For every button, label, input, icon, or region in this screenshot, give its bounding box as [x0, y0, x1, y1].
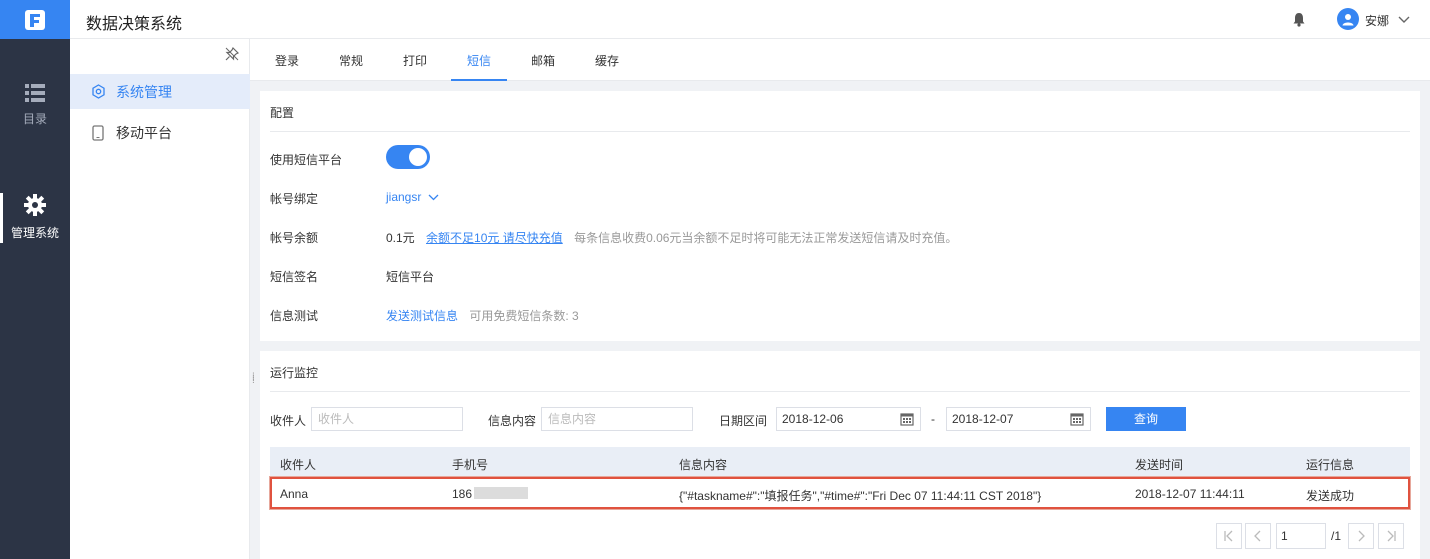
content-filter-label: 信息内容 [488, 414, 537, 428]
table-row[interactable]: Anna 186 {"#taskname#":"填报任务","#time#":"… [270, 477, 1410, 509]
use-platform-toggle[interactable] [386, 145, 430, 169]
table-header: 收件人 手机号 信息内容 发送时间 运行信息 [270, 447, 1410, 477]
first-page-button[interactable] [1216, 523, 1242, 549]
left-rail: 目录 管理系统 [0, 0, 70, 559]
column-header: 收件人 [280, 458, 317, 472]
bell-icon[interactable] [1292, 12, 1306, 30]
settings-tabs: 登录 常规 打印 短信 邮箱 缓存 [250, 39, 1430, 81]
recharge-link[interactable]: 余额不足10元 请尽快充值 [426, 231, 563, 245]
last-page-icon [1387, 530, 1396, 542]
column-header: 运行信息 [1306, 458, 1355, 472]
chevron-left-icon [1254, 530, 1261, 542]
page-input[interactable]: 1 [1276, 523, 1326, 549]
query-button[interactable]: 查询 [1106, 407, 1186, 431]
balance-note: 每条信息收费0.06元当余额不足时将可能无法正常发送短信请及时充值。 [574, 231, 958, 245]
cell-status: 发送成功 [1306, 489, 1355, 503]
logo-icon [25, 9, 45, 30]
recipient-input[interactable] [311, 407, 463, 431]
account-label: 帐号绑定 [270, 192, 319, 206]
mobile-icon [90, 124, 106, 141]
user-name[interactable]: 安娜 [1365, 12, 1389, 29]
date-separator: - [931, 412, 935, 426]
submenu-item-system[interactable]: 系统管理 [70, 74, 250, 109]
date-start-input[interactable]: 2018-12-06 [776, 407, 921, 431]
submenu-item-label: 移动平台 [116, 124, 172, 141]
test-label: 信息测试 [270, 309, 319, 323]
rail-item-catalog[interactable]: 目录 [0, 84, 70, 127]
test-row: 发送测试信息 可用免费短信条数: 3 [386, 307, 579, 324]
column-header: 手机号 [452, 458, 489, 472]
cell-content: {"#taskname#":"填报任务","#time#":"Fri Dec 0… [679, 489, 1042, 503]
phone-prefix: 186 [452, 487, 473, 501]
tab-general[interactable]: 常规 [323, 39, 379, 81]
monitor-title: 运行监控 [270, 366, 319, 380]
next-page-button[interactable] [1348, 523, 1374, 549]
signature-value: 短信平台 [386, 270, 435, 284]
calendar-icon[interactable] [900, 412, 914, 429]
balance-row: 0.1元 余额不足10元 请尽快充值 每条信息收费0.06元当余额不足时将可能无… [386, 229, 957, 246]
masked-phone [474, 487, 529, 499]
gear-icon [24, 194, 46, 216]
tab-sms[interactable]: 短信 [451, 39, 507, 81]
date-end-value: 2018-12-07 [952, 412, 1014, 426]
monitor-panel: 运行监控 收件人 信息内容 日期区间 2018-12-06 - 2018-12-… [260, 351, 1420, 559]
divider [270, 131, 1410, 132]
balance-value: 0.1元 [386, 231, 415, 245]
list-icon [25, 84, 45, 102]
cell-phone: 186 [452, 487, 529, 501]
avatar[interactable] [1337, 8, 1359, 30]
column-header: 发送时间 [1135, 458, 1184, 472]
date-end-input[interactable]: 2018-12-07 [946, 407, 1091, 431]
tab-email[interactable]: 邮箱 [515, 39, 571, 81]
calendar-icon[interactable] [1070, 412, 1084, 429]
submenu-item-label: 系统管理 [116, 83, 172, 100]
first-page-icon [1224, 530, 1233, 542]
account-dropdown[interactable]: jiangsr [386, 190, 439, 204]
recipient-filter-label: 收件人 [270, 414, 307, 428]
balance-label: 帐号余额 [270, 231, 319, 245]
app-logo[interactable] [0, 0, 70, 39]
user-icon [1342, 14, 1354, 26]
last-page-button[interactable] [1378, 523, 1404, 549]
chevron-down-icon [428, 194, 439, 201]
tab-login[interactable]: 登录 [259, 39, 315, 81]
rail-item-admin[interactable]: 管理系统 [0, 194, 70, 241]
pin-icon[interactable] [225, 46, 240, 64]
toggle-knob [409, 148, 427, 166]
divider [270, 391, 1410, 392]
free-count-note: 可用免费短信条数: 3 [469, 309, 579, 323]
rail-item-label: 管理系统 [10, 226, 59, 240]
chevron-right-icon [1358, 530, 1365, 542]
app-title: 数据决策系统 [86, 16, 183, 33]
tab-print[interactable]: 打印 [387, 39, 443, 81]
submenu-item-mobile[interactable]: 移动平台 [70, 115, 250, 150]
content-input[interactable] [541, 407, 693, 431]
column-header: 信息内容 [679, 458, 728, 472]
use-platform-label: 使用短信平台 [270, 153, 343, 167]
chevron-down-icon[interactable] [1398, 13, 1410, 27]
settings-icon [90, 84, 106, 100]
cell-recipient: Anna [280, 487, 309, 501]
send-test-link[interactable]: 发送测试信息 [386, 309, 458, 323]
top-header: 数据决策系统 安娜 [70, 0, 1430, 39]
date-range-label: 日期区间 [719, 414, 768, 428]
secondary-menu: 系统管理 移动平台 [70, 39, 250, 559]
tab-cache[interactable]: 缓存 [579, 39, 635, 81]
config-title: 配置 [270, 106, 295, 120]
page-total: /1 [1331, 529, 1342, 543]
date-start-value: 2018-12-06 [782, 412, 844, 426]
signature-label: 短信签名 [270, 270, 319, 284]
cell-time: 2018-12-07 11:44:11 [1135, 487, 1245, 501]
account-value: jiangsr [386, 190, 422, 204]
resize-handle[interactable]: ⁞ ⁞ [252, 373, 256, 386]
config-panel: 配置 使用短信平台 帐号绑定 jiangsr 帐号余额 0.1元 余额不足10元… [260, 91, 1420, 341]
prev-page-button[interactable] [1245, 523, 1271, 549]
rail-item-label: 目录 [22, 112, 47, 126]
